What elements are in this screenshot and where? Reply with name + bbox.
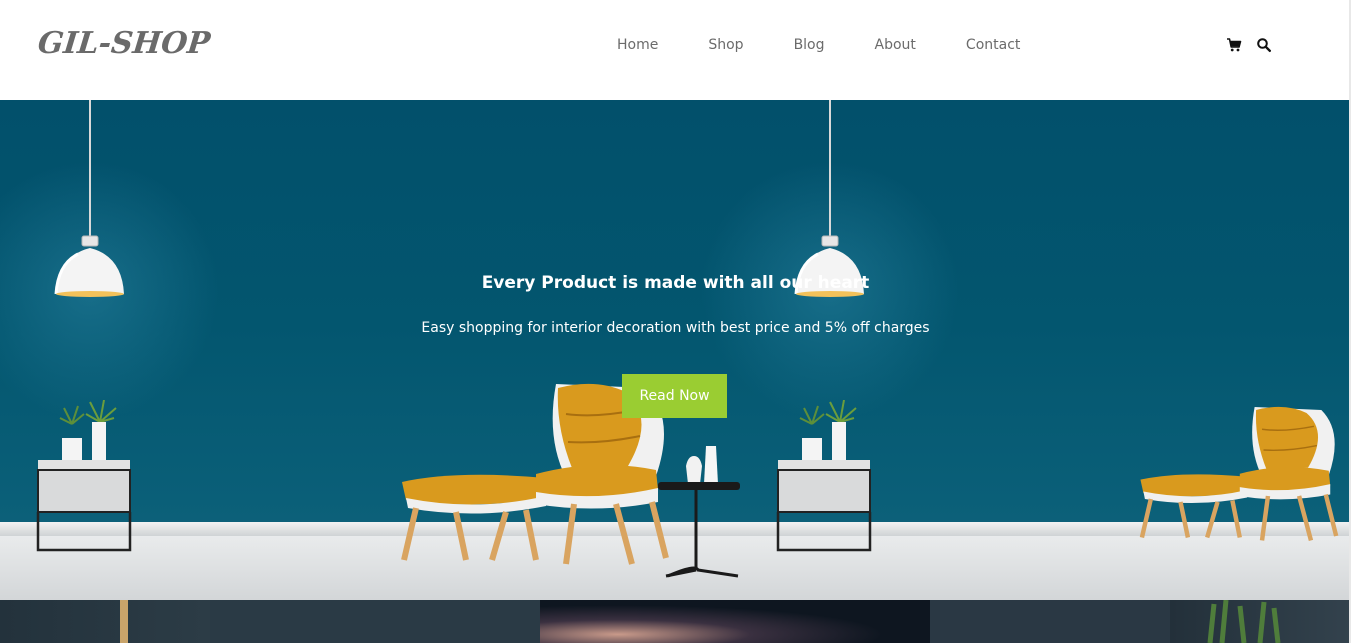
side-table-image [36,400,132,552]
search-icon[interactable] [1256,37,1272,53]
plant-thumbnail-image [1207,600,1281,643]
main-nav: Home Shop Blog About Contact [592,0,1045,90]
product-thumbnail [120,600,128,643]
cart-icon[interactable] [1226,37,1242,53]
product-image-strip [0,600,1351,643]
lamp-cord [829,100,831,236]
side-table-image [776,400,872,552]
lamp-cord [89,100,91,236]
nav-shop-link[interactable]: Shop [708,37,743,53]
header-icons [1226,37,1272,53]
lounge-chair-image [1139,406,1339,542]
nav-home-link[interactable]: Home [617,37,658,53]
product-thumbnail [0,600,210,643]
coffee-table-image [658,446,740,578]
hero-title: Every Product is made with all our heart [481,273,870,293]
product-thumbnail [210,600,540,643]
hero-subtitle: Easy shopping for interior decoration wi… [421,320,930,336]
nav-contact-link[interactable]: Contact [966,37,1020,53]
hero-banner: Every Product is made with all our heart… [0,100,1351,600]
read-now-button[interactable]: Read Now [622,374,727,418]
nav-blog-link[interactable]: Blog [794,37,825,53]
product-thumbnail [540,600,930,643]
product-thumbnail [930,600,1170,643]
nav-about-link[interactable]: About [875,37,916,53]
site-header: GIL-SHOP Home Shop Blog About Contact [0,0,1351,100]
brand-logo[interactable]: GIL-SHOP [36,26,212,61]
